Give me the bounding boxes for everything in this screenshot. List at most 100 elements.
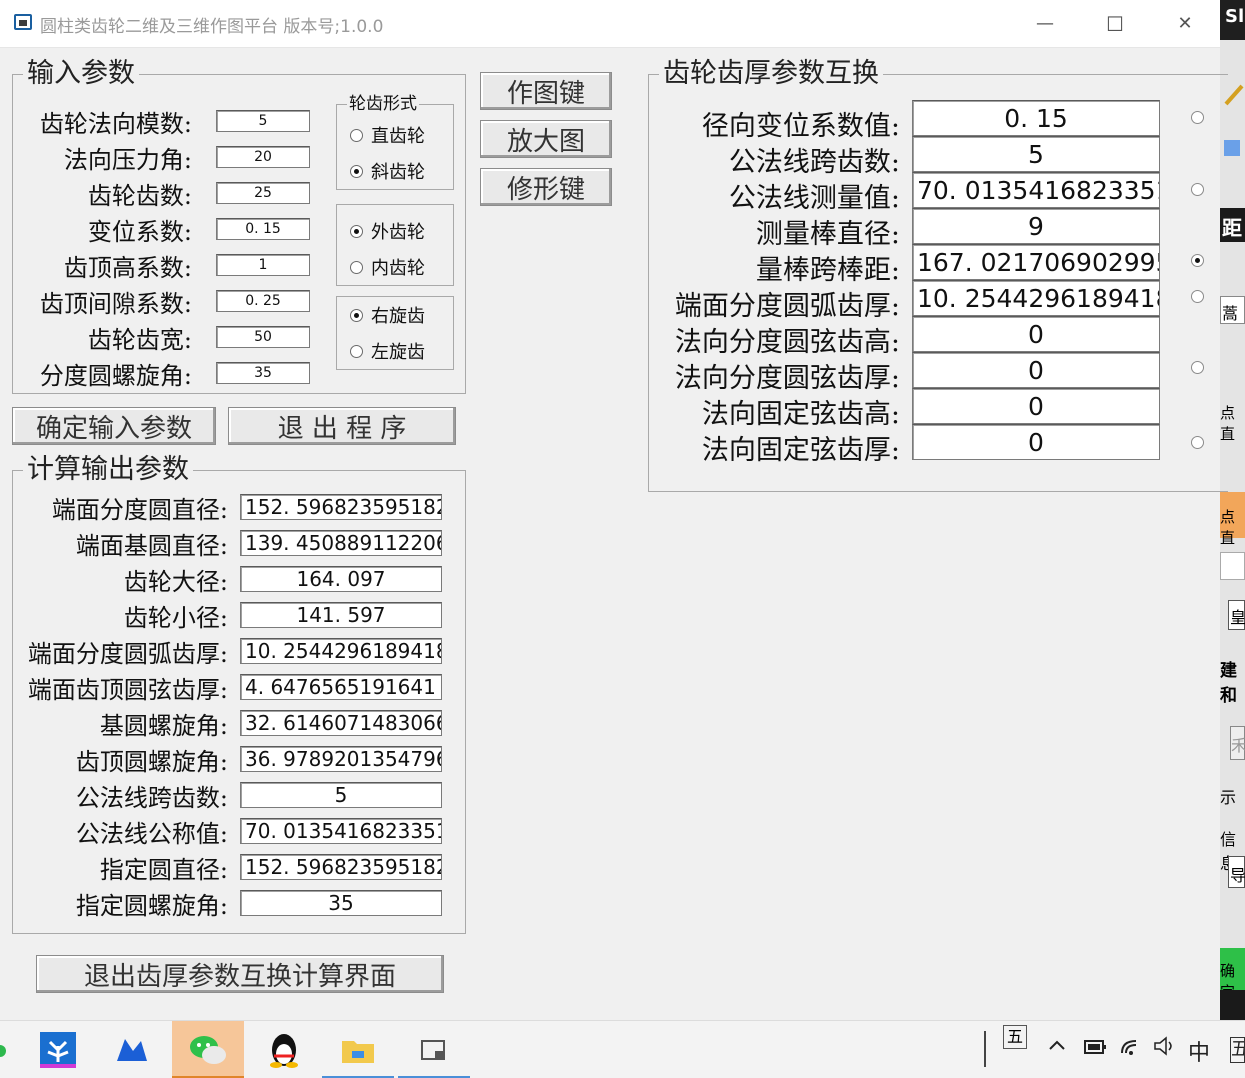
radio-helical-gear[interactable]: 斜齿轮: [350, 158, 425, 184]
thickness-label: 公法线测量值:: [728, 183, 900, 214]
taskbar-app-qq[interactable]: [248, 1021, 320, 1078]
output-value: 36. 9789201354796: [240, 746, 442, 772]
pin-diameter-input[interactable]: 9: [912, 208, 1160, 244]
thickness-label: 法向分度圆弦齿厚:: [674, 363, 900, 394]
radio-right-hand[interactable]: 右旋齿: [350, 302, 425, 328]
radio-left-hand[interactable]: 左旋齿: [350, 338, 425, 364]
output-value: 35: [240, 890, 442, 916]
thickness-label: 径向变位系数值:: [701, 111, 900, 142]
bg-fragment: 导: [1230, 866, 1245, 885]
radio-internal-gear[interactable]: 内齿轮: [350, 254, 425, 280]
field-label: 法向压力角:: [63, 146, 192, 174]
output-value: 141. 597: [240, 602, 442, 628]
output-label: 端面分度圆弧齿厚:: [27, 640, 228, 668]
shift-coefficient-input[interactable]: 0. 15: [216, 218, 310, 240]
ime-toolbar-box[interactable]: 五: [1003, 1025, 1027, 1049]
pressure-angle-input[interactable]: 20: [216, 146, 310, 168]
radio-transverse-arc-thickness[interactable]: [1191, 290, 1204, 303]
bg-fragment: Sl: [1225, 6, 1245, 27]
thickness-label: 量棒跨棒距:: [755, 255, 900, 286]
helix-angle-input[interactable]: 35: [216, 362, 310, 384]
battery-icon[interactable]: [1082, 1035, 1108, 1063]
face-width-input[interactable]: 50: [216, 326, 310, 348]
output-label: 齿轮小径:: [123, 604, 228, 632]
thickness-label: 法向分度圆弦齿高:: [674, 327, 900, 358]
constant-chord-thickness-input[interactable]: 0: [912, 424, 1160, 460]
radio-constant-chord-thickness[interactable]: [1191, 436, 1204, 449]
radio-indicator[interactable]: [350, 260, 363, 274]
radio-label: 右旋齿: [371, 306, 425, 327]
output-value: 32. 6146071483066: [240, 710, 442, 736]
clearance-coefficient-input[interactable]: 0. 25: [216, 290, 310, 312]
radio-radial-shift[interactable]: [1191, 111, 1204, 124]
output-label: 齿顶圆螺旋角:: [75, 748, 228, 776]
teeth-count-input[interactable]: 25: [216, 182, 310, 204]
maximize-button[interactable]: ☐: [1092, 8, 1138, 40]
taskbar-app-wechat[interactable]: [172, 1021, 244, 1078]
modify-button[interactable]: 修形键: [480, 168, 612, 206]
taskbar-app-explorer[interactable]: [322, 1021, 394, 1078]
thickness-label: 法向固定弦齿厚:: [701, 435, 900, 466]
output-value: 164. 097: [240, 566, 442, 592]
draw-button[interactable]: 作图键: [480, 72, 612, 110]
normal-module-input[interactable]: 5: [216, 110, 310, 132]
radio-spur-gear[interactable]: 直齿轮: [350, 122, 425, 148]
normal-chordal-thickness-input[interactable]: 0: [912, 352, 1160, 388]
app-icon: [14, 14, 32, 30]
radial-shift-input[interactable]: 0. 15: [912, 100, 1160, 136]
radio-label: 斜齿轮: [371, 162, 425, 183]
exit-thickness-screen-button[interactable]: 退出齿厚参数互换计算界面: [36, 955, 444, 993]
output-label: 端面齿顶圆弦齿厚:: [27, 676, 228, 704]
output-value: 4. 6476565191641: [240, 674, 442, 700]
input-params-legend: 输入参数: [23, 57, 139, 91]
span-measurement-input[interactable]: 70. 0135416823351: [912, 172, 1160, 208]
field-label: 分度圆螺旋角:: [39, 362, 192, 390]
taskbar-separator: [984, 1031, 986, 1067]
radio-indicator[interactable]: [350, 308, 363, 322]
speaker-icon[interactable]: [1152, 1035, 1178, 1063]
title-bar: 圆柱类齿轮二维及三维作图平台 版本号;1.0.0 — ☐ ✕: [0, 0, 1220, 48]
radio-external-gear[interactable]: 外齿轮: [350, 218, 425, 244]
bg-fragment: 禾: [1231, 736, 1245, 755]
radio-span-measurement[interactable]: [1191, 183, 1204, 196]
taskbar-app-1[interactable]: [22, 1021, 94, 1078]
radio-label: 直齿轮: [371, 126, 425, 147]
exit-program-button[interactable]: 退 出 程 序: [228, 407, 456, 445]
radio-indicator[interactable]: [350, 344, 363, 358]
radio-over-pins-distance[interactable]: [1191, 254, 1204, 267]
ime-language-indicator[interactable]: 中: [1188, 1035, 1210, 1067]
constant-chord-height-input[interactable]: 0: [912, 388, 1160, 424]
mail-app-icon: [117, 1039, 147, 1061]
output-label: 指定圆直径:: [99, 856, 228, 884]
screen: 圆柱类齿轮二维及三维作图平台 版本号;1.0.0 — ☐ ✕ Sl 距 蒿 点直…: [0, 0, 1245, 1078]
field-label: 齿顶高系数:: [63, 254, 192, 282]
ime-mode-indicator[interactable]: 五: [1230, 1037, 1245, 1063]
radio-indicator[interactable]: [350, 128, 363, 142]
field-label: 齿轮齿宽:: [87, 326, 192, 354]
output-label: 基圆螺旋角:: [99, 712, 228, 740]
output-label: 端面基圆直径:: [75, 532, 228, 560]
output-label: 齿轮大径:: [123, 568, 228, 596]
tooth-form-legend: 轮齿形式: [347, 94, 419, 114]
minimize-button[interactable]: —: [1022, 8, 1068, 40]
chevron-up-icon[interactable]: [1046, 1035, 1068, 1061]
over-pins-distance-input[interactable]: 167. 021706902995: [912, 244, 1160, 280]
taskbar-app-gear[interactable]: [398, 1021, 470, 1078]
confirm-input-button[interactable]: 确定输入参数: [12, 407, 216, 445]
normal-chordal-height-input[interactable]: 0: [912, 316, 1160, 352]
close-button[interactable]: ✕: [1162, 8, 1208, 40]
field-label: 变位系数:: [87, 218, 192, 246]
folder-icon: [342, 1041, 374, 1063]
radio-indicator[interactable]: [350, 164, 363, 178]
zoom-button[interactable]: 放大图: [480, 120, 612, 158]
wifi-icon[interactable]: [1118, 1035, 1144, 1063]
field-label: 齿顶间隙系数:: [39, 290, 192, 318]
transverse-arc-thickness-input[interactable]: 10. 2544296189418: [912, 280, 1160, 316]
radio-normal-chordal-thickness[interactable]: [1191, 361, 1204, 374]
span-teeth-input[interactable]: 5: [912, 136, 1160, 172]
addendum-coefficient-input[interactable]: 1: [216, 254, 310, 276]
radio-label: 内齿轮: [371, 258, 425, 279]
bg-fragment: 示: [1220, 788, 1237, 807]
radio-indicator[interactable]: [350, 224, 363, 238]
taskbar-app-2[interactable]: [96, 1021, 168, 1078]
